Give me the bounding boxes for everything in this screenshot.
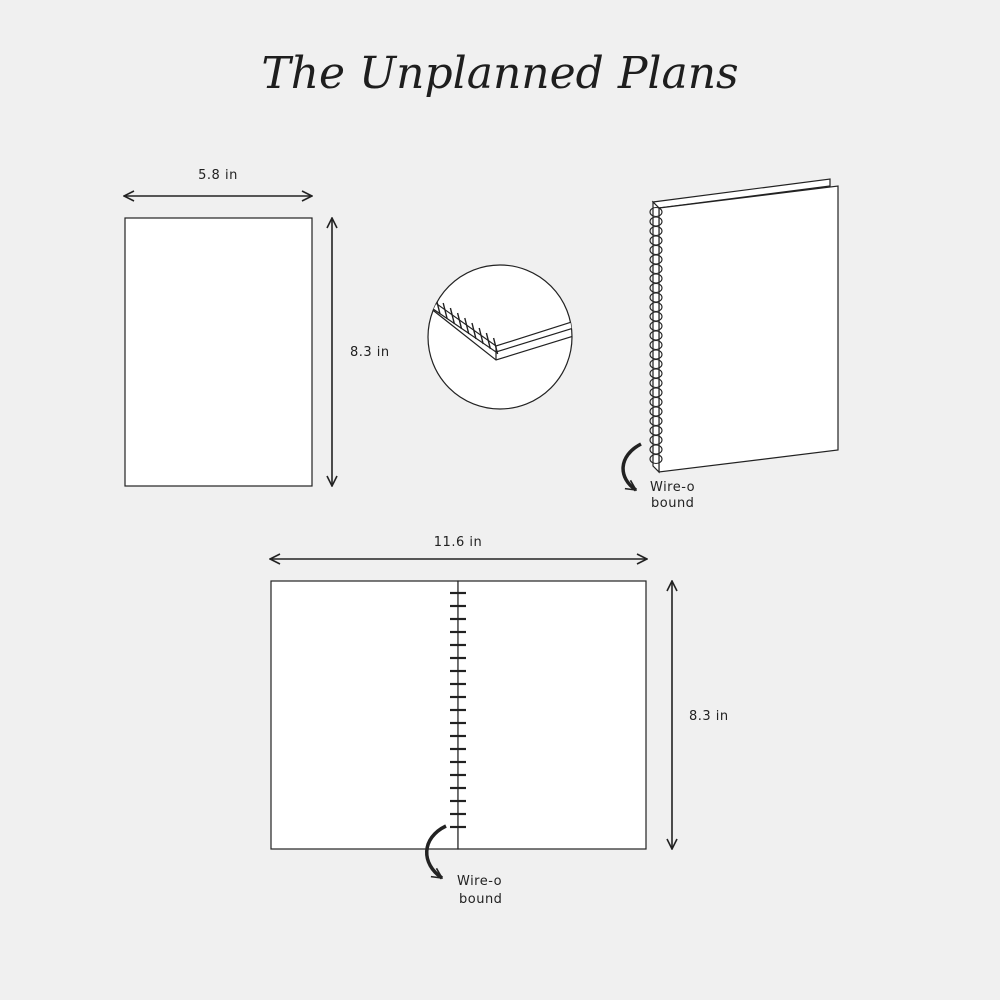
page-title: The Unplanned Plans <box>261 48 738 99</box>
spread-binding-label-line1: Wire-o <box>457 874 502 889</box>
spine-detail-circle <box>427 264 573 410</box>
left-page <box>270 580 459 850</box>
open-notebook-spread-view: 11.6 in 8.3 in Wire-o bound <box>270 535 729 907</box>
width-dimension-label: 5.8 in <box>198 168 238 183</box>
spread-height-dimension-label: 8.3 in <box>689 709 729 724</box>
binding-label-line2: bound <box>651 496 694 511</box>
height-dimension-label: 8.3 in <box>350 345 390 360</box>
spread-binding-label-line2: bound <box>459 892 502 907</box>
notebook-dimension-diagram: The Unplanned Plans 5.8 in 8.3 in Wire-o… <box>0 48 839 907</box>
binding-pointer-arrow <box>621 442 642 492</box>
closed-notebook-front-view: 5.8 in 8.3 in <box>124 168 390 487</box>
spread-width-dimension-label: 11.6 in <box>434 535 482 550</box>
perspective-notebook-view: Wire-o bound <box>621 178 839 511</box>
right-page <box>457 580 647 850</box>
notebook-page <box>124 217 313 487</box>
binding-label-line1: Wire-o <box>650 480 695 495</box>
